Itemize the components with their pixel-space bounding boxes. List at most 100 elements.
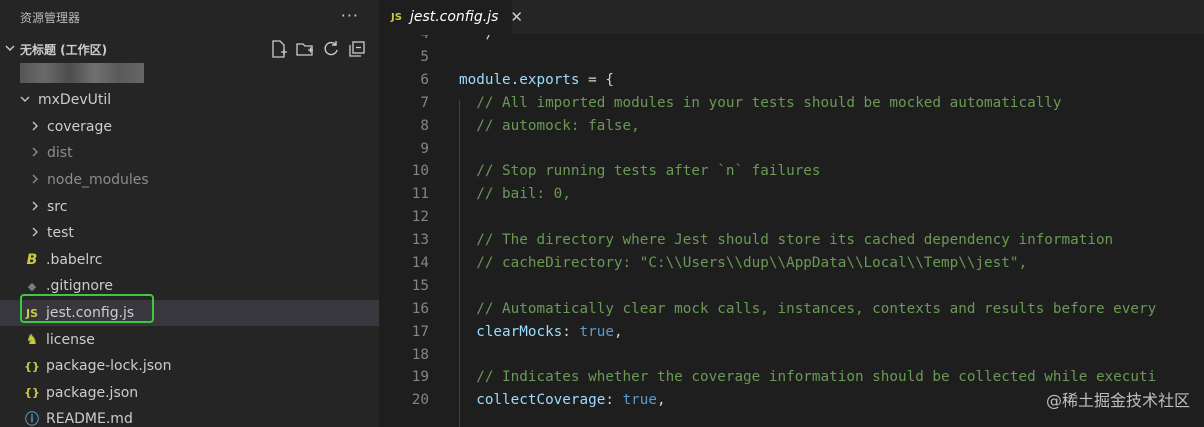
code-line: 16 // Automatically clear mock calls, in…: [379, 299, 1204, 322]
close-icon[interactable]: ✕: [510, 8, 523, 26]
code-line: 7 // All imported modules in your tests …: [379, 93, 1204, 116]
highlight-box: [20, 294, 154, 323]
chevron-down-icon: [0, 43, 20, 56]
line-number: 12: [411, 209, 429, 226]
indent-guide: [459, 100, 460, 427]
js-icon: JS: [391, 11, 402, 23]
line-number: 14: [411, 255, 429, 272]
tree-item-label: license: [46, 331, 95, 348]
info-icon: ⓘ: [25, 412, 39, 427]
workspace-header[interactable]: 无标题 (工作区): [0, 34, 379, 64]
tree-folder-src[interactable]: src: [0, 193, 379, 220]
tree-item-label: mxDevUtil: [38, 92, 112, 109]
watermark: @稀土掘金技术社区: [1045, 391, 1190, 410]
line-number: 11: [411, 186, 429, 203]
json-icon: {}: [24, 359, 40, 373]
code-line: 5: [379, 47, 1204, 70]
line-number: 8: [420, 117, 429, 134]
line-number: 10: [411, 163, 429, 180]
line-number: 5: [420, 49, 429, 65]
tree-item-label: .babelrc: [46, 251, 103, 268]
line-text: // The directory where Jest should store…: [459, 232, 1114, 249]
json-icon: {}: [24, 386, 40, 400]
code-view[interactable]: 4 */ 5 6 module.exports = {7 // All import…: [379, 35, 1204, 413]
license-icon: ♞: [25, 331, 39, 348]
new-file-icon[interactable]: [269, 39, 289, 59]
tree-folder-node-modules[interactable]: node_modules: [0, 167, 379, 194]
code-line: 13 // The directory where Jest should st…: [379, 230, 1204, 253]
collapse-all-icon[interactable]: [347, 39, 367, 59]
code-line: 4 */: [379, 35, 1204, 47]
tab-jest-config[interactable]: JS jest.config.js ✕: [379, 0, 523, 34]
chevron-down-icon: [18, 93, 32, 107]
tree-item-label: test: [47, 225, 74, 242]
line-text: // Automatically clear mock calls, insta…: [459, 300, 1157, 317]
tree-folder-dist[interactable]: dist: [0, 140, 379, 167]
line-text: // All imported modules in your tests sh…: [459, 94, 1062, 111]
tree-folder-coverage[interactable]: coverage: [0, 114, 379, 141]
line-text: // automock: false,: [459, 117, 640, 134]
line-number: 20: [411, 392, 429, 409]
new-folder-icon[interactable]: [295, 39, 315, 59]
line-text: // Indicates whether the coverage inform…: [459, 369, 1157, 386]
code-line: 12: [379, 207, 1204, 230]
tree-item-label: node_modules: [47, 172, 149, 189]
blurred-folder-name: [20, 63, 144, 83]
explorer-sidebar: 资源管理器 ··· 无标题 (工作区) mxDevUtil coverage d…: [0, 0, 379, 427]
line-text: // cacheDirectory: "C:\\Users\\dup\\AppD…: [459, 255, 1028, 272]
tree-item-label: src: [47, 198, 68, 215]
editor-area: JS jest.config.js ✕ 4 */ 5 6 module.export…: [379, 0, 1204, 427]
babel-icon: B: [26, 251, 38, 268]
code-line: 9: [379, 139, 1204, 162]
code-line: 14 // cacheDirectory: "C:\\Users\\dup\\A…: [379, 253, 1204, 276]
chevron-right-icon: [28, 146, 42, 160]
code-line: 15: [379, 276, 1204, 299]
tree-folder-mxdevutil[interactable]: mxDevUtil: [0, 87, 379, 114]
workspace-title: 无标题 (工作区): [20, 42, 108, 57]
chevron-right-icon: [28, 120, 42, 134]
chevron-right-icon: [28, 200, 42, 214]
line-text: // bail: 0,: [459, 186, 571, 203]
tree-file-license[interactable]: ♞ license: [0, 326, 379, 353]
code-line: 11 // bail: 0,: [379, 184, 1204, 207]
line-number: 16: [411, 300, 429, 317]
code-line: 18: [379, 345, 1204, 368]
line-text: */: [477, 35, 494, 42]
code-line: 6 module.exports = {: [379, 70, 1204, 93]
more-actions-icon[interactable]: ···: [341, 6, 359, 25]
file-tree: mxDevUtil coverage dist node_modules src: [0, 87, 379, 427]
tree-file-package-lock[interactable]: {} package-lock.json: [0, 353, 379, 380]
line-number: 18: [411, 346, 429, 363]
tree-item-label: coverage: [47, 118, 112, 135]
tab-label: jest.config.js: [409, 9, 499, 25]
workspace-actions: [269, 39, 367, 59]
refresh-icon[interactable]: [321, 39, 341, 59]
line-text: collectCoverage: true,: [476, 392, 666, 409]
line-text: clearMocks: true,: [476, 323, 623, 340]
explorer-title: 资源管理器: [20, 10, 81, 25]
line-number: 9: [420, 140, 429, 157]
tree-file-package-json[interactable]: {} package.json: [0, 380, 379, 407]
tree-item-label: README.md: [46, 411, 133, 427]
tree-folder-test[interactable]: test: [0, 220, 379, 247]
line-number: 7: [420, 94, 429, 111]
line-number: 17: [411, 323, 429, 340]
line-number: 4: [389, 35, 429, 42]
tree-file-readme[interactable]: ⓘ README.md: [0, 406, 379, 427]
tree-item-label: .gitignore: [46, 278, 113, 295]
code-line: 8 // automock: false,: [379, 116, 1204, 139]
line-number: 13: [411, 232, 429, 249]
line-text: // Stop running tests after `n` failures: [459, 163, 821, 180]
tree-file-babelrc[interactable]: B .babelrc: [0, 247, 379, 274]
chevron-right-icon: [28, 173, 42, 187]
line-number: 6: [420, 71, 429, 88]
tree-item-label: package-lock.json: [46, 358, 172, 375]
explorer-header: 资源管理器 ···: [0, 0, 379, 34]
code-line: 17 clearMocks: true,: [379, 322, 1204, 345]
line-number: 15: [411, 277, 429, 294]
line-number: 19: [411, 369, 429, 386]
chevron-right-icon: [28, 226, 42, 240]
tree-item-label: package.json: [46, 384, 139, 401]
tab-bar: JS jest.config.js ✕: [379, 0, 1204, 34]
code-line: 10 // Stop running tests after `n` failu…: [379, 161, 1204, 184]
